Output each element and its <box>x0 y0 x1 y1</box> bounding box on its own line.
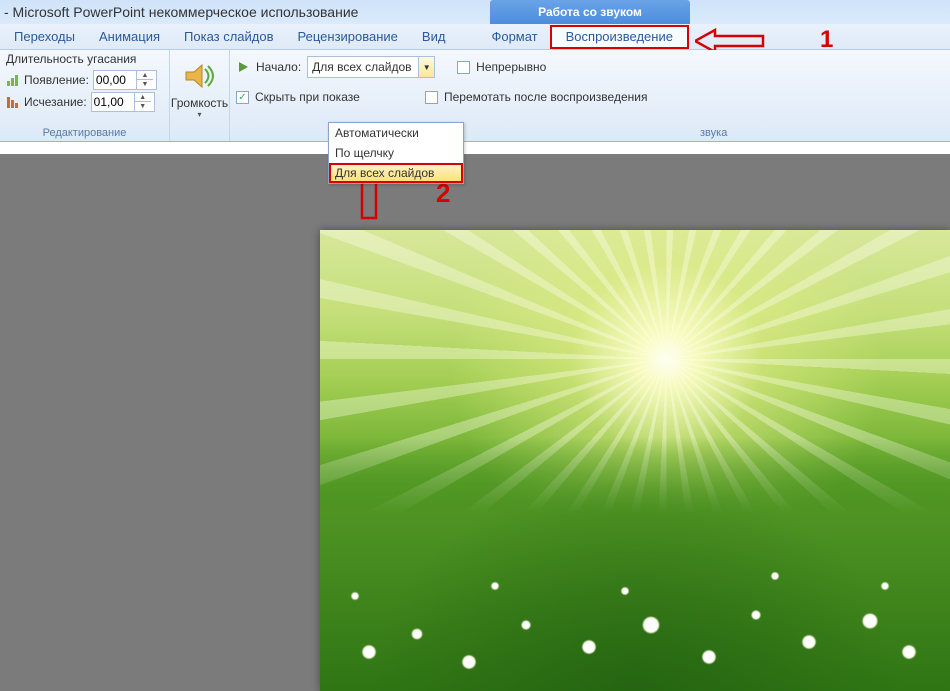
hide-label: Скрыть при показе <box>255 90 403 104</box>
group-label-editing: Редактирование <box>0 127 169 139</box>
volume-label[interactable]: Громкость <box>171 96 228 110</box>
loop-checkbox[interactable] <box>457 61 470 74</box>
group-label-sound-options: звука <box>700 127 727 139</box>
spin-up-icon[interactable]: ▲ <box>137 71 153 80</box>
tab-view[interactable]: Вид <box>410 24 458 50</box>
fade-duration-label: Длительность угасания <box>6 52 163 66</box>
tab-animation[interactable]: Анимация <box>87 24 172 50</box>
volume-dropdown-icon[interactable]: ▾ <box>197 110 201 119</box>
volume-icon[interactable] <box>182 58 218 94</box>
fade-out-label: Исчезание: <box>24 95 87 109</box>
ribbon: Длительность угасания Появление: ▲▼ Исче… <box>0 50 950 142</box>
contextual-tab-header: Работа со звуком <box>490 0 690 24</box>
spin-up-icon[interactable]: ▲ <box>135 93 151 102</box>
tab-format[interactable]: Формат <box>479 24 549 50</box>
fade-in-value[interactable] <box>94 73 136 87</box>
hide-checkbox[interactable]: ✓ <box>236 91 249 104</box>
start-icon <box>236 60 250 74</box>
ribbon-tabs: Переходы Анимация Показ слайдов Рецензир… <box>0 24 950 50</box>
fade-out-value[interactable] <box>92 95 134 109</box>
combobox-dropdown-icon[interactable]: ▼ <box>418 57 434 77</box>
dropdown-item-allslides[interactable]: Для всех слайдов <box>329 163 463 183</box>
group-editing: Длительность угасания Появление: ▲▼ Исче… <box>0 50 170 141</box>
fade-out-icon <box>6 95 20 109</box>
spin-down-icon[interactable]: ▼ <box>135 102 151 111</box>
start-label: Начало: <box>256 60 301 74</box>
tab-slideshow[interactable]: Показ слайдов <box>172 24 286 50</box>
checkmark-icon: ✓ <box>238 92 246 103</box>
start-combobox-value: Для всех слайдов <box>312 60 411 74</box>
start-dropdown-list: Автоматически По щелчку Для всех слайдов <box>328 122 464 184</box>
spin-down-icon[interactable]: ▼ <box>137 80 153 89</box>
tab-playback[interactable]: Воспроизведение <box>550 25 689 49</box>
tab-transitions[interactable]: Переходы <box>2 24 87 50</box>
slide-canvas[interactable] <box>320 230 950 691</box>
dropdown-item-auto[interactable]: Автоматически <box>329 123 463 143</box>
title-bar: - Microsoft PowerPoint некоммерческое ис… <box>0 0 950 24</box>
fade-in-icon <box>6 73 20 87</box>
app-title: - Microsoft PowerPoint некоммерческое ис… <box>4 4 358 20</box>
rewind-checkbox[interactable] <box>425 91 438 104</box>
rewind-label: Перемотать после воспроизведения <box>444 90 647 104</box>
slide-image <box>320 230 950 691</box>
fade-out-spinner[interactable]: ▲▼ <box>91 92 155 112</box>
group-sound-options: Начало: Для всех слайдов ▼ Непрерывно ✓ … <box>230 50 710 141</box>
fade-in-spinner[interactable]: ▲▼ <box>93 70 157 90</box>
start-combobox[interactable]: Для всех слайдов ▼ <box>307 56 435 78</box>
tab-review[interactable]: Рецензирование <box>286 24 410 50</box>
fade-in-label: Появление: <box>24 73 89 87</box>
group-volume: Громкость ▾ <box>170 50 230 141</box>
dropdown-item-onclick[interactable]: По щелчку <box>329 143 463 163</box>
loop-label: Непрерывно <box>476 60 546 74</box>
